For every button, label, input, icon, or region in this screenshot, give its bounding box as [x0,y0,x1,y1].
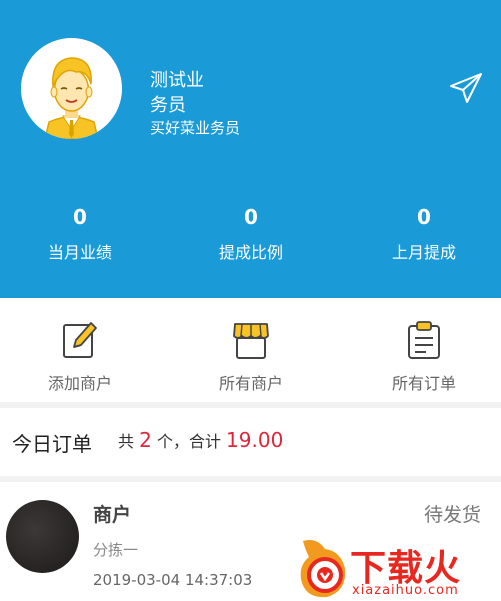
stat-label: 上月提成 [391,243,456,262]
stat-commission-rate[interactable]: 0 提成比例 [171,203,331,263]
count-prefix: 共 [118,432,135,451]
stat-monthly-performance[interactable]: 0 当月业绩 [0,203,160,263]
quick-actions: 添加商户 所有商户 所有订单 [0,298,501,402]
stat-label: 当月业绩 [47,243,112,262]
order-sorting-group: 分拣一 [93,541,139,559]
order-count: 2 [139,428,152,452]
order-status: 待发货 [423,504,481,526]
clipboard-icon [408,321,440,359]
action-label: 所有订单 [391,374,456,393]
all-orders-button[interactable]: 所有订单 [344,320,501,394]
action-label: 添加商户 [47,374,112,393]
merchant-name: 商户 [93,504,132,526]
profile-header: 测试业 务员 买好菜业务员 0 当月业绩 0 提成比例 0 上月提成 [0,0,501,298]
today-orders-summary[interactable]: 今日订单 共 2 个，合计 19.00 [0,408,501,476]
avatar[interactable] [21,38,122,139]
watermark-url: xiazaihuo.com [352,583,459,598]
merchant-avatar [6,500,79,573]
count-suffix: 个，合计 [156,432,221,451]
edit-icon [63,322,97,358]
action-label: 所有商户 [218,374,283,393]
stat-value: 0 [417,205,431,229]
send-icon[interactable] [449,71,483,105]
order-total: 19.00 [226,428,284,452]
stat-label: 提成比例 [218,243,283,262]
profile-name-line1: 测试业 [150,70,204,91]
stat-last-month-commission[interactable]: 0 上月提成 [344,203,501,263]
profile-name-line2: 务员 [150,95,186,116]
stat-value: 0 [244,205,258,229]
all-merchants-button[interactable]: 所有商户 [171,320,331,394]
profile-shop: 买好菜业务员 [150,119,241,137]
add-merchant-button[interactable]: 添加商户 [0,320,160,394]
summary-totals: 共 2 个，合计 19.00 [118,428,283,452]
store-icon [233,323,269,359]
order-time: 2019-03-04 14:37:03 [93,571,253,589]
summary-title: 今日订单 [12,432,92,456]
stat-value: 0 [73,205,87,229]
avatar-illustration-icon [21,38,122,139]
